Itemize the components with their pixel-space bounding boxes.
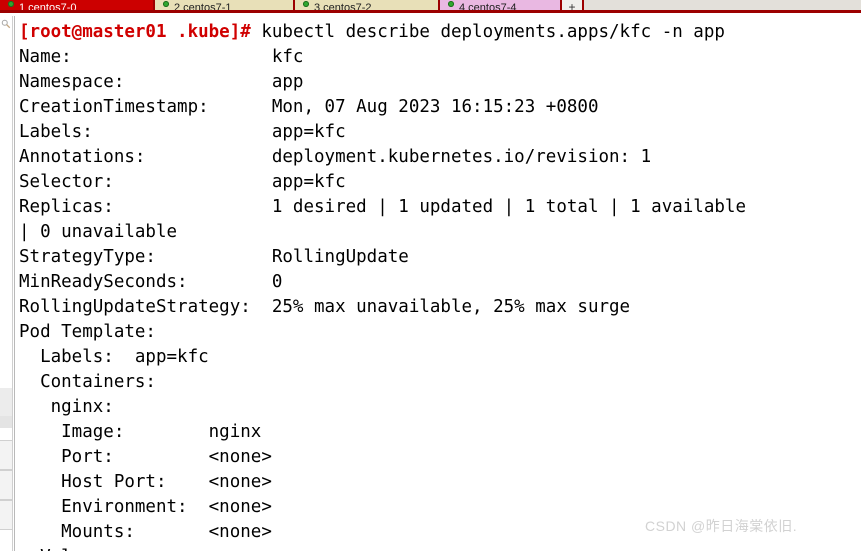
output-line-name: Name: kfc (19, 47, 304, 67)
tab-centos7-1[interactable]: 2 centos7-1 (155, 0, 295, 10)
output-line-containers: Containers: (19, 372, 156, 392)
tab-status-dot-icon (448, 0, 454, 7)
output-line-selector: Selector: app=kfc (19, 172, 346, 192)
tab-label: 3 centos7-2 (314, 2, 372, 11)
gutter-segment[interactable] (0, 500, 12, 530)
tab-status-dot-icon (163, 0, 169, 7)
tab-title: centos7-0 (25, 1, 77, 11)
gutter-segment[interactable] (0, 470, 12, 500)
output-line-pod-template: Pod Template: (19, 322, 156, 342)
tab-bar-empty-area (584, 0, 861, 10)
tab-title: centos7-1 (180, 1, 232, 11)
tab-status-dot-icon (303, 0, 309, 7)
output-line-minreadyseconds: MinReadySeconds: 0 (19, 272, 283, 292)
tab-label: 4 centos7-4 (459, 2, 517, 11)
search-icon[interactable] (1, 18, 11, 30)
gutter-segment[interactable] (0, 440, 12, 470)
shell-command: kubectl describe deployments.apps/kfc -n… (250, 22, 725, 42)
tab-centos7-4[interactable]: 4 centos7-4 (440, 0, 562, 10)
output-line-annotations: Annotations: deployment.kubernetes.io/re… (19, 147, 652, 167)
output-line-port: Port: <none> (19, 447, 272, 467)
output-line-pod-labels: Labels: app=kfc (19, 347, 209, 367)
terminal-output-area[interactable]: [root@master01 .kube]# kubectl describe … (14, 16, 861, 551)
tab-label: 1 centos7-0 (19, 2, 77, 11)
output-line-rollingupdatestrategy: RollingUpdateStrategy: 25% max unavailab… (19, 297, 631, 317)
output-line-replicas-wrap: | 0 unavailable (19, 222, 178, 242)
output-line-labels: Labels: app=kfc (19, 122, 346, 142)
terminal-left-gutter[interactable] (0, 16, 13, 551)
output-line-mounts: Mounts: <none> (19, 522, 272, 542)
output-line-environment: Environment: <none> (19, 497, 272, 517)
output-line-image: Image: nginx (19, 422, 262, 442)
output-line-volumes: Volumes: <none> (19, 545, 861, 551)
gutter-segment[interactable] (0, 416, 12, 428)
shell-prompt: [root@master01 .kube]# (19, 22, 251, 42)
new-tab-button[interactable]: + (562, 0, 584, 10)
terminal-tab-bar: 1 centos7-0 2 centos7-1 3 centos7-2 4 ce… (0, 0, 861, 13)
output-line-container-nginx: nginx: (19, 397, 114, 417)
tab-title: centos7-2 (320, 1, 372, 11)
output-line-host-port: Host Port: <none> (19, 472, 272, 492)
gutter-segment[interactable] (0, 388, 12, 416)
output-line-creationtimestamp: CreationTimestamp: Mon, 07 Aug 2023 16:1… (19, 97, 599, 117)
tab-status-dot-icon (8, 0, 14, 7)
tab-centos7-0[interactable]: 1 centos7-0 (0, 0, 155, 10)
output-line-namespace: Namespace: app (19, 72, 304, 92)
terminal-prompt-line: [root@master01 .kube]# kubectl describe … (19, 20, 861, 45)
tab-label: 2 centos7-1 (174, 2, 232, 11)
plus-icon: + (568, 0, 576, 10)
output-line-strategytype: StrategyType: RollingUpdate (19, 247, 409, 267)
tab-centos7-2[interactable]: 3 centos7-2 (295, 0, 440, 10)
output-line-replicas: Replicas: 1 desired | 1 updated | 1 tota… (19, 197, 746, 217)
tab-title: centos7-4 (465, 1, 517, 11)
